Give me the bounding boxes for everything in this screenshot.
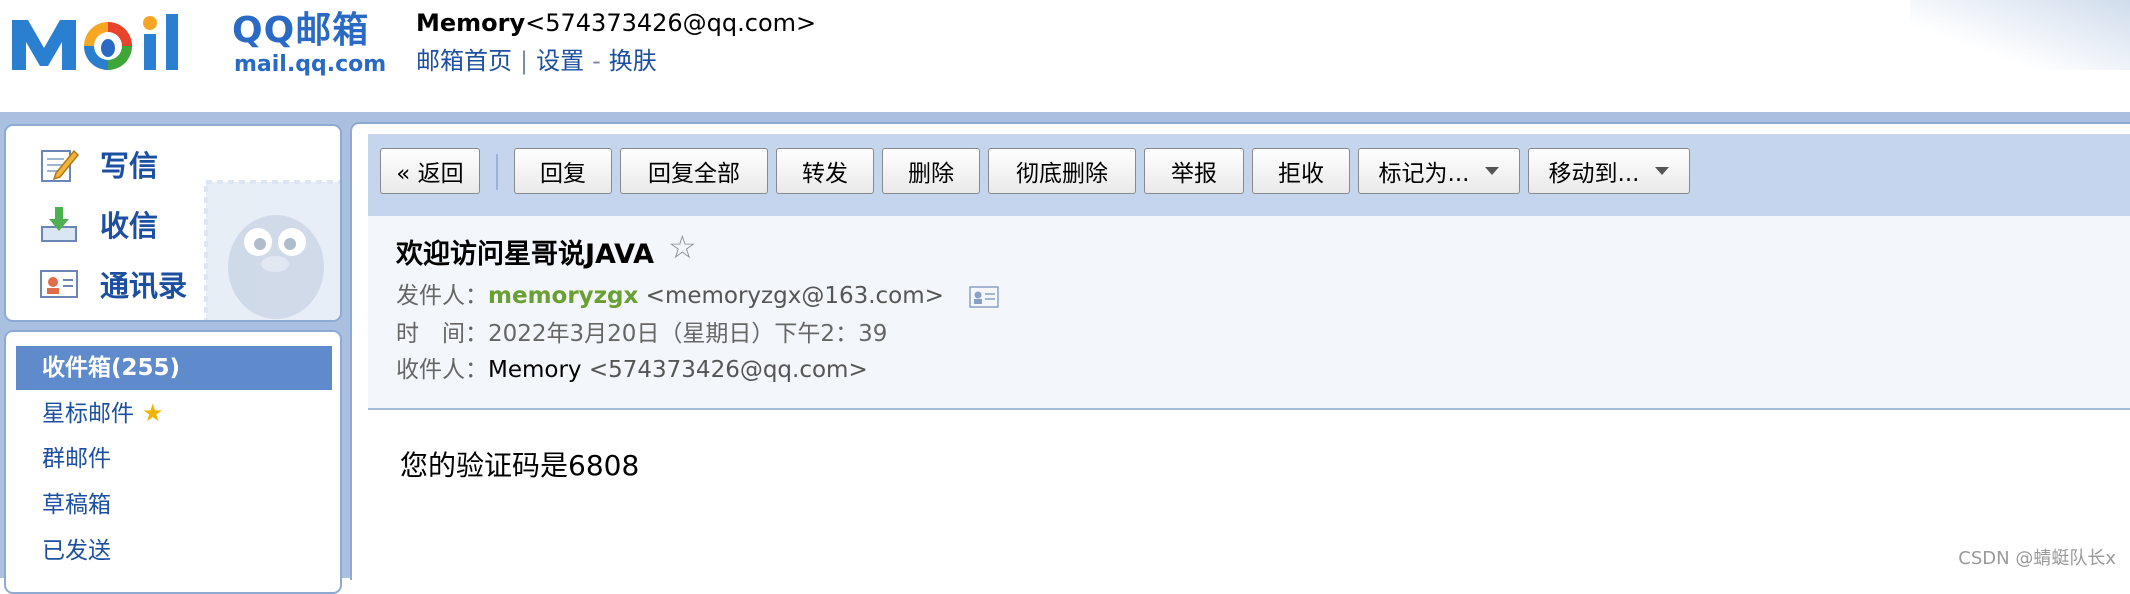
from-label: 发件人： (396, 283, 488, 309)
user-email: <574373426@qq.com> (525, 9, 817, 37)
sender-name[interactable]: memoryzgx (488, 283, 638, 309)
forward-button[interactable]: 转发 (776, 148, 874, 194)
recipient-name[interactable]: Memory (488, 357, 582, 383)
pencil-paper-icon (38, 143, 80, 185)
caret-down-icon (1655, 167, 1670, 175)
watermark: CSDN @蜻蜓队长x (1958, 548, 2116, 569)
mailbox-home-link[interactable]: 邮箱首页 (416, 47, 512, 75)
qq-mail-logo[interactable] (10, 8, 220, 80)
user-block: Memory<574373426@qq.com> 邮箱首页 | 设置 - 换肤 (416, 6, 816, 78)
reject-button[interactable]: 拒收 (1252, 148, 1350, 194)
move-to-label: 移动到... (1548, 161, 1640, 187)
mark-as-dropdown[interactable]: 标记为... (1358, 148, 1520, 194)
sender-email: <memoryzgx@163.com> (645, 283, 944, 309)
contacts-button[interactable]: 通讯录 (38, 260, 187, 308)
contacts-label: 通讯录 (100, 269, 188, 303)
mail-to-line: 收件人：Memory <574373426@qq.com> (396, 354, 868, 386)
star-icon: ★ (142, 399, 164, 427)
header: QQ邮箱 mail.qq.com Memory<574373426@qq.com… (0, 0, 2130, 112)
folder-group-mail[interactable]: 群邮件 (16, 437, 332, 481)
recipient-email: <574373426@qq.com> (588, 357, 868, 383)
star-toggle-icon[interactable]: ☆ (668, 228, 697, 266)
mail-from-line: 发件人：memoryzgx <memoryzgx@163.com> (396, 280, 999, 312)
folder-inbox[interactable]: 收件箱(255) (16, 346, 332, 390)
mail-body: 您的验证码是6808 (400, 449, 640, 482)
folder-sent[interactable]: 已发送 (16, 529, 332, 573)
delete-button[interactable]: 删除 (882, 148, 980, 194)
link-separator: | (520, 47, 529, 75)
report-button[interactable]: 举报 (1144, 148, 1244, 194)
folder-drafts-label: 草稿箱 (42, 492, 111, 518)
brand-block: QQ邮箱 mail.qq.com (232, 10, 386, 78)
reply-button[interactable]: 回复 (514, 148, 612, 194)
to-label: 收件人： (396, 357, 488, 383)
contact-card-icon (38, 263, 80, 305)
main-area: « 返回 回复 回复全部 转发 删除 彻底删除 举报 拒收 标记为... 移动到… (350, 122, 2130, 580)
header-divider-bar (0, 112, 2130, 122)
folder-inbox-label: 收件箱(255) (42, 355, 181, 381)
toolbar-separator (496, 154, 498, 190)
compose-receive-label: 收信 (100, 209, 159, 243)
compose-write-label: 写信 (100, 149, 159, 183)
mail-time-line: 时 间：2022年3月20日（星期日）下午2：39 (396, 318, 887, 350)
compose-panel: 写信 收信 通讯录 (4, 124, 342, 322)
reply-all-button[interactable]: 回复全部 (620, 148, 768, 194)
time-label: 时 间： (396, 321, 488, 347)
penguin-stamp-decoration (204, 180, 340, 320)
mark-as-label: 标记为... (1378, 161, 1470, 187)
settings-link[interactable]: 设置 (536, 47, 584, 75)
compose-receive-button[interactable]: 收信 (38, 200, 158, 248)
mail-subject: 欢迎访问星哥说JAVA (396, 239, 655, 270)
move-to-dropdown[interactable]: 移动到... (1528, 148, 1690, 194)
compose-write-button[interactable]: 写信 (38, 140, 158, 188)
folder-starred[interactable]: 星标邮件 ★ (16, 391, 332, 435)
link-dash: - (592, 47, 601, 75)
user-identity: Memory<574373426@qq.com> (416, 6, 816, 40)
mail-header: 欢迎访问星哥说JAVA ☆ 发件人：memoryzgx <memoryzgx@1… (368, 216, 2130, 410)
folder-sent-label: 已发送 (42, 538, 111, 564)
brand-domain: mail.qq.com (234, 52, 387, 77)
folder-drafts[interactable]: 草稿箱 (16, 483, 332, 527)
contact-card-icon[interactable] (969, 285, 999, 309)
delete-forever-button[interactable]: 彻底删除 (988, 148, 1136, 194)
header-decoration (1910, 0, 2130, 70)
time-value: 2022年3月20日（星期日）下午2：39 (488, 321, 888, 347)
brand-name: QQ邮箱 (232, 10, 370, 51)
back-button[interactable]: « 返回 (380, 148, 480, 194)
mail-toolbar: « 返回 回复 回复全部 转发 删除 彻底删除 举报 拒收 标记为... 移动到… (368, 134, 2130, 217)
left-sidebar: 写信 收信 通讯录 收件箱(255) 星标邮件 ★ 群邮件 草稿箱 已发送 (0, 122, 350, 594)
folder-panel: 收件箱(255) 星标邮件 ★ 群邮件 草稿箱 已发送 (4, 330, 342, 594)
folder-group-label: 群邮件 (42, 446, 111, 472)
user-links: 邮箱首页 | 设置 - 换肤 (416, 44, 816, 78)
mail-read-panel: « 返回 回复 回复全部 转发 删除 彻底删除 举报 拒收 标记为... 移动到… (350, 122, 2130, 580)
caret-down-icon (1485, 167, 1500, 175)
inbox-download-icon (38, 203, 80, 245)
user-name: Memory (416, 9, 526, 37)
change-skin-link[interactable]: 换肤 (609, 47, 657, 75)
folder-starred-label: 星标邮件 (42, 401, 134, 427)
